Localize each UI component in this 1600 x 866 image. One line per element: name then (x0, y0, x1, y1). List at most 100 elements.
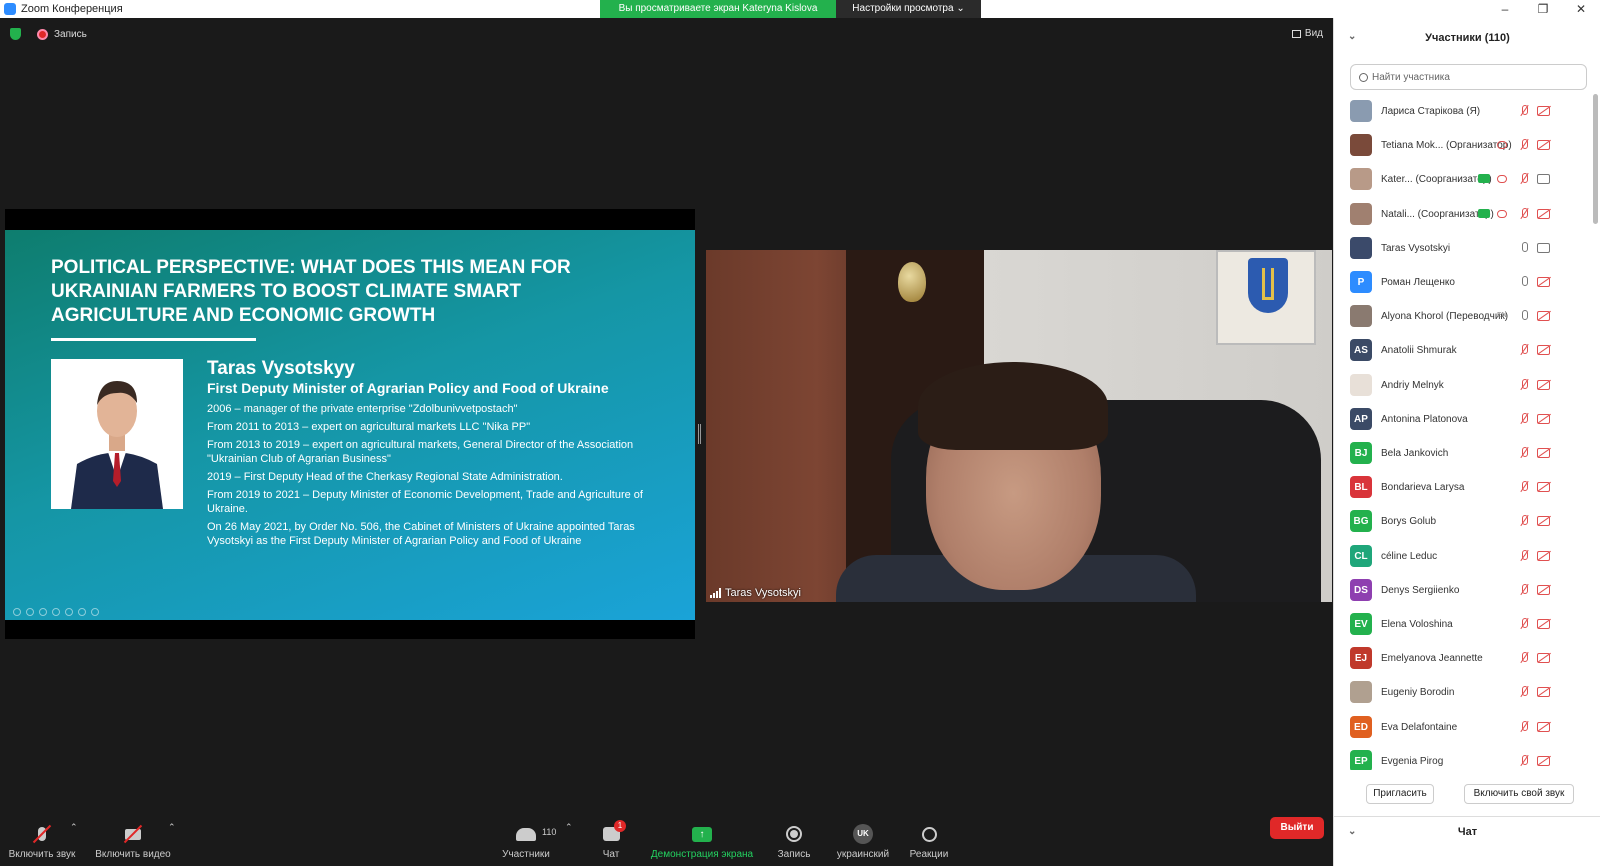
more-icon[interactable] (91, 608, 99, 616)
participant-row[interactable]: Taras Vysotskyi (1334, 231, 1591, 265)
participant-row[interactable]: Eugeniy Borodin (1334, 675, 1591, 709)
chat-section-header[interactable]: ⌄ Чат (1334, 816, 1600, 846)
leave-button[interactable]: Выйти (1270, 817, 1324, 839)
slide-next-icon[interactable] (26, 608, 34, 616)
microphone-muted-icon (1519, 584, 1529, 596)
avatar (1350, 100, 1372, 122)
zoom-icon[interactable] (65, 608, 73, 616)
layout-splitter-handle[interactable] (698, 424, 701, 444)
reactions-button[interactable]: Реакции (906, 810, 952, 866)
video-icon (1537, 174, 1550, 184)
participant-name: Bela Jankovich (1381, 447, 1449, 459)
microphone-muted-icon (1519, 208, 1529, 220)
shield-icon[interactable] (10, 28, 21, 40)
participants-caret-icon[interactable]: ⌃ (565, 822, 573, 833)
interpretation-button[interactable]: UK украинский (832, 810, 894, 866)
microphone-muted-icon (1519, 618, 1529, 630)
participant-row[interactable]: BL Bondarieva Larysa (1334, 470, 1591, 504)
view-button[interactable]: Вид (1291, 28, 1323, 39)
avatar: EP (1350, 750, 1372, 770)
microphone-muted-icon (1519, 413, 1529, 425)
slides-grid-icon[interactable] (52, 608, 60, 616)
collapse-chevron-icon[interactable]: ⌄ (1348, 31, 1356, 42)
share-screen-button[interactable]: ↑ Демонстрация экрана (648, 810, 756, 866)
participant-name: Natali... (Соорганизатор) (1381, 208, 1494, 220)
video-off-icon (1537, 277, 1550, 287)
screen-sharing-icon (1478, 209, 1490, 218)
pen-icon[interactable] (39, 608, 47, 616)
viewing-screen-label: Вы просматриваете экран Kateryna Kislova (600, 0, 836, 18)
participant-row[interactable]: Andriy Melnyk (1334, 368, 1591, 402)
microphone-muted-icon (1519, 550, 1529, 562)
participant-row[interactable]: CL céline Leduc (1334, 539, 1591, 573)
view-settings-button[interactable]: Настройки просмотра ⌄ (836, 0, 981, 18)
participant-row[interactable]: ED Eva Delafontaine (1334, 710, 1591, 744)
speaker-position: First Deputy Minister of Agrarian Policy… (207, 380, 609, 396)
participants-label: Участники (502, 849, 550, 860)
chat-label: Чат (602, 849, 620, 860)
participants-list[interactable]: Лариса Старікова (Я) Tetiana Mok... (Орга… (1334, 94, 1600, 770)
video-off-icon (1537, 380, 1550, 390)
avatar: ED (1350, 716, 1372, 738)
participant-name: Kater... (Соорганизатор) (1381, 173, 1492, 185)
restore-button[interactable]: ❐ (1524, 0, 1562, 18)
participant-row[interactable]: AS Anatolii Shmurak (1334, 333, 1591, 367)
participant-name: Andriy Melnyk (1381, 379, 1444, 391)
audio-options-caret-icon[interactable]: ⌃ (70, 822, 78, 833)
start-video-label: Включить видео (95, 849, 171, 860)
video-off-icon (1537, 414, 1550, 424)
participant-row[interactable]: EJ Emelyanova Jeannette (1334, 641, 1591, 675)
window-title: Zoom Конференция (21, 3, 123, 15)
language-icon: UK (852, 824, 874, 844)
participant-name: Alyona Khorol (Переводчик) (1381, 310, 1509, 322)
bio-line: 2006 – manager of the private enterprise… (207, 403, 518, 415)
participant-row[interactable]: P Роман Лещенко (1334, 265, 1591, 299)
slide-title: POLITICAL PERSPECTIVE: WHAT DOES THIS ME… (51, 257, 571, 326)
chat-button[interactable]: 1 Чат (595, 810, 627, 866)
unmute-button[interactable]: Включить звук (6, 810, 78, 866)
participants-button[interactable]: 110 Участники (498, 810, 556, 866)
chat-chevron-icon[interactable]: ⌄ (1348, 826, 1356, 837)
video-options-caret-icon[interactable]: ⌃ (168, 822, 176, 833)
video-off-icon (1537, 722, 1550, 732)
microphone-muted-icon (1519, 686, 1529, 698)
slide-prev-icon[interactable] (13, 608, 21, 616)
participant-name: céline Leduc (1381, 550, 1438, 562)
participant-row[interactable]: BJ Bela Jankovich (1334, 436, 1591, 470)
minimize-button[interactable]: – (1486, 0, 1524, 18)
participant-row[interactable]: AP Antonina Platonova (1334, 402, 1591, 436)
avatar (1350, 305, 1372, 327)
start-video-button[interactable]: Включить видео (92, 810, 174, 866)
unmute-me-button[interactable]: Включить свой звук (1464, 784, 1574, 804)
avatar (1350, 203, 1372, 225)
chat-icon: 1 (600, 820, 626, 844)
video-off-icon (1537, 585, 1550, 595)
participant-row[interactable]: Alyona Khorol (Переводчик) EN (1334, 299, 1591, 333)
record-button[interactable]: Запись (772, 810, 816, 866)
speaker-name: Taras Vysotskyy (207, 358, 355, 379)
participants-header: ⌄ Участники (110) (1334, 18, 1600, 58)
participant-row[interactable]: Лариса Старікова (Я) (1334, 94, 1591, 128)
participant-row[interactable]: Tetiana Mok... (Организатор) (1334, 128, 1591, 162)
close-button[interactable]: ✕ (1562, 0, 1600, 18)
participant-row[interactable]: DS Denys Sergiienko (1334, 573, 1591, 607)
participant-row[interactable]: Natali... (Соорганизатор) (1334, 197, 1591, 231)
video-background-egg (898, 262, 926, 302)
participant-name: Лариса Старікова (Я) (1381, 105, 1481, 117)
slide-title-underline (51, 338, 256, 341)
language-label: украинский (836, 849, 890, 860)
participants-scrollbar[interactable] (1593, 94, 1598, 224)
avatar: DS (1350, 579, 1372, 601)
speaker-video: Taras Vysotskyi (706, 250, 1332, 602)
invite-button[interactable]: Пригласить (1366, 784, 1434, 804)
participant-name: Borys Golub (1381, 515, 1437, 527)
participant-row[interactable]: EP Evgenia Pirog (1334, 744, 1591, 770)
participant-name: Antonina Platonova (1381, 413, 1468, 425)
participant-row[interactable]: BG Borys Golub (1334, 504, 1591, 538)
subtitle-icon[interactable] (78, 608, 86, 616)
avatar (1350, 681, 1372, 703)
language-badge-icon: EN (1497, 312, 1507, 319)
participant-row[interactable]: EV Elena Voloshina (1334, 607, 1591, 641)
search-input[interactable]: Найти участника (1350, 64, 1587, 90)
participant-row[interactable]: Kater... (Соорганизатор) (1334, 162, 1591, 196)
